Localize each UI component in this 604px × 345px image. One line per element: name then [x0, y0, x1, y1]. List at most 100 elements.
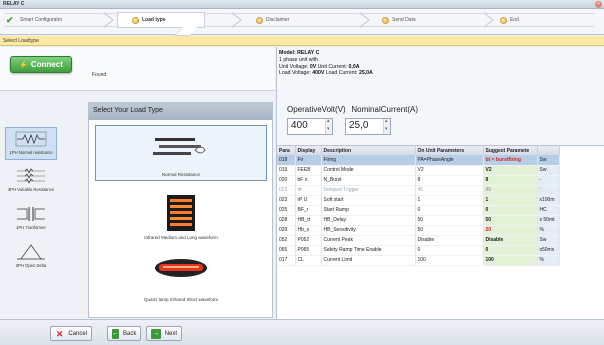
table-row[interactable]: 052 P052 Current Peak Disable Disable Sw	[277, 235, 560, 246]
step-send-data[interactable]: Send Data	[382, 13, 416, 27]
table-cell: HB_d	[295, 215, 322, 226]
step-end[interactable]: End	[500, 13, 519, 27]
table-cell: HB_Sensitivity	[321, 225, 416, 236]
chevron-right-icon	[103, 12, 114, 28]
table-cell: 065	[277, 245, 296, 256]
table-cell: Delayed Trigger	[321, 185, 416, 196]
table-cell: P065	[295, 245, 322, 256]
unit-current-value: 0,0A	[348, 63, 360, 70]
load-category-1ph-transformer[interactable]: 1PH Tranformer	[5, 203, 57, 236]
step-disclaimer[interactable]: Disclaimer	[256, 13, 289, 27]
table-cell: Fir	[295, 155, 322, 166]
table-cell: 100	[415, 255, 484, 266]
table-row[interactable]: 022 dt Delayed Trigger 45 45 °	[277, 185, 560, 196]
table-cell: 028	[277, 215, 296, 226]
arrow-right-icon: →	[151, 328, 161, 339]
step-label: Send Data	[392, 17, 416, 23]
table-row[interactable]: 023 rP U Soft start 1 1 x100m	[277, 195, 560, 206]
operative-volt-stepper[interactable]: 400	[287, 118, 333, 135]
table-row[interactable]: 018 Fir Firing PA=PhaseAngle bt = burstfirin…	[277, 155, 560, 166]
table-cell: x 50mt	[537, 215, 560, 226]
step-dot-icon	[500, 16, 507, 24]
table-cell: FEEB	[295, 165, 322, 176]
load-category-label: 1PH Tranformer	[16, 225, 46, 230]
back-button[interactable]: ← Back	[107, 326, 141, 341]
load-ratings: Load Voltage: 400V Load Current: 25,0A	[279, 70, 373, 77]
table-cell: 025	[277, 205, 296, 216]
table-cell: N_Burst	[321, 175, 416, 186]
table-cell: Sw	[537, 235, 560, 246]
nominal-current-stepper[interactable]: 25,0	[345, 118, 391, 135]
column-header[interactable]	[537, 146, 560, 155]
table-cell: x100m	[537, 195, 560, 206]
stepper-arrows-icon[interactable]	[325, 118, 332, 134]
table-cell: 100	[483, 255, 538, 266]
table-cell: %	[537, 255, 560, 266]
back-label: Back	[123, 330, 137, 337]
table-cell: Disable	[415, 235, 484, 246]
table-row[interactable]: 017 CL Current Limit 100 100%	[277, 255, 560, 266]
column-header[interactable]: Display	[295, 146, 322, 155]
table-cell: 50	[415, 215, 484, 226]
load-type-label: Quartz lamp Infrared Short waveform	[143, 297, 219, 302]
cancel-button[interactable]: ✕ Cancel	[50, 326, 92, 341]
table-cell: 018	[277, 155, 296, 166]
load-current-value: 25,0A	[358, 70, 373, 77]
unit-voltage-value: 0V	[309, 63, 317, 70]
table-row[interactable]: 028 HB_d HB_Delay 50 50 x 50mt	[277, 215, 560, 226]
table-cell: Sw	[537, 165, 560, 176]
section-title: Select Loadtype	[3, 38, 39, 44]
table-cell: 45	[483, 185, 538, 196]
table-cell: 8	[415, 175, 484, 186]
resistor-circuit-icon	[15, 131, 47, 147]
table-cell: Control Mode	[321, 165, 416, 176]
table-cell: V2	[415, 165, 484, 176]
table-cell: HC	[537, 205, 560, 216]
step-smart-configurator[interactable]: ✔ Smart Configurator	[6, 13, 62, 27]
table-cell: 0	[483, 205, 538, 216]
table-row[interactable]: 065 P065 Safety Ramp Time Enable 0 0 x50ms	[277, 245, 560, 256]
table-cell: %	[537, 225, 560, 236]
step-load-type[interactable]: Load type	[132, 13, 166, 27]
load-type-infrared-medium[interactable]: Infrared Medium and Long waveform	[95, 187, 267, 243]
table-row[interactable]: 019 FEEB Control Mode V2 V2 Sw	[277, 165, 560, 176]
table-row[interactable]: 029 Hb_s HB_Sensitivity 50 20%	[277, 225, 560, 236]
step-label: End	[510, 17, 519, 23]
table-cell: Safety Ramp Time Enable	[321, 245, 416, 256]
table-cell: Firing	[321, 155, 416, 166]
column-header[interactable]: On Unit Parameters	[415, 146, 484, 155]
next-button[interactable]: → Next	[146, 326, 182, 341]
table-cell: -	[537, 175, 560, 186]
load-category-3ph-open-delta[interactable]: 3PH Open Delta	[5, 241, 57, 274]
table-row[interactable]: 020 bF n N_Burst 8 8-	[277, 175, 560, 186]
table-row[interactable]: 025 BF_r Start Ramp 0 0 HC	[277, 205, 560, 216]
column-header[interactable]: Para	[277, 146, 296, 155]
table-cell: HB_Delay	[321, 215, 416, 226]
nominal-current-label: NominalCurrent(A)	[351, 105, 419, 114]
close-icon[interactable]: ×	[595, 1, 602, 8]
table-cell: 50	[415, 225, 484, 236]
table-cell: Current Limit	[321, 255, 416, 266]
column-header[interactable]: Suggest Paramete	[483, 146, 538, 155]
table-cell: 8	[483, 175, 538, 186]
window-titlebar: RELAY C ×	[0, 0, 604, 9]
stepper-arrows-icon[interactable]	[383, 118, 390, 134]
table-cell: Sw	[537, 155, 560, 166]
connect-button[interactable]: ⚡ Connect	[10, 56, 72, 73]
table-cell: CL	[295, 255, 322, 266]
table-cell: Disable	[483, 235, 538, 246]
table-cell: x50ms	[537, 245, 560, 256]
table-cell: 052	[277, 235, 296, 246]
step-label: Disclaimer	[266, 17, 290, 23]
load-type-quartz-lamp[interactable]: Quartz lamp Infrared Short waveform	[95, 249, 267, 305]
step-dot-icon	[132, 16, 139, 24]
load-category-label: 3PH Open Delta	[15, 263, 47, 268]
table-cell: dt	[295, 185, 322, 196]
load-category-1ph-normal[interactable]: 1PH Normal resistance	[5, 127, 57, 160]
load-type-normal-resistance[interactable]: Normal Resistance	[95, 125, 267, 181]
load-type-label: Normal Resistance	[161, 172, 200, 177]
load-category-3ph-variable[interactable]: 3PH Variable Resistance	[5, 165, 57, 198]
column-header[interactable]: Description	[321, 146, 416, 155]
table-cell: 1	[483, 195, 538, 206]
arrow-left-icon: ←	[112, 328, 119, 339]
